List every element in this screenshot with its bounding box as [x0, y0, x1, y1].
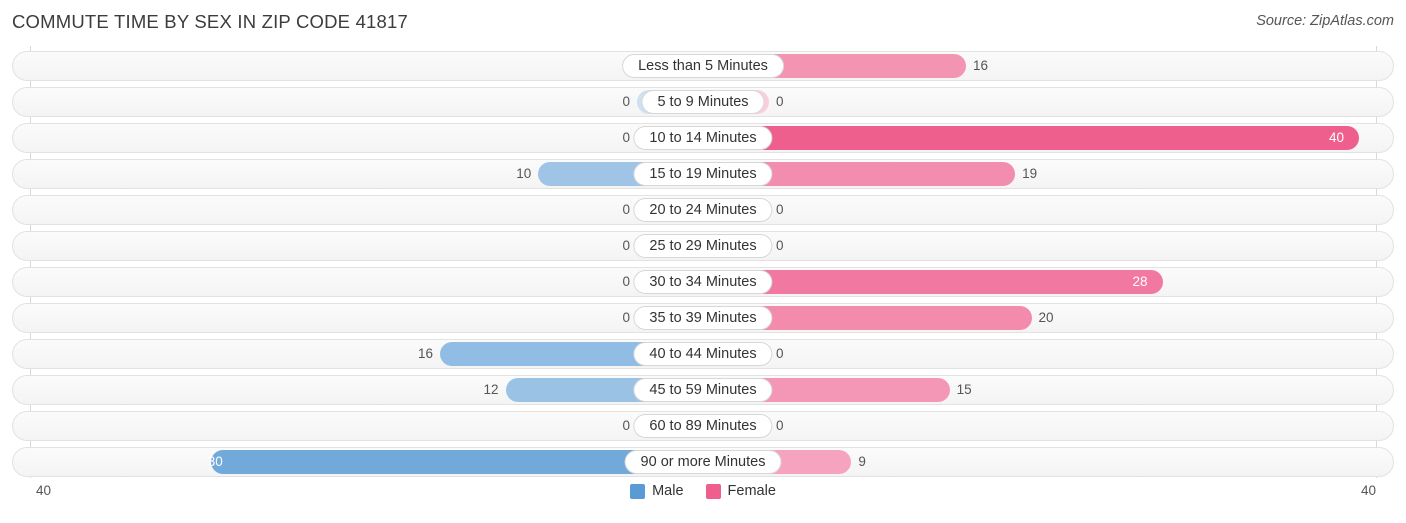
legend-item-male[interactable]: Male	[630, 483, 684, 499]
category-label: 35 to 39 Minutes	[633, 306, 773, 330]
legend-label: Male	[652, 483, 684, 499]
category-label: 90 or more Minutes	[624, 450, 782, 474]
male-value-label: 0	[622, 202, 630, 217]
female-value-label: 0	[776, 202, 784, 217]
plot-area: 016Less than 5 Minutes005 to 9 Minutes04…	[0, 46, 1406, 478]
table-row[interactable]: 12 15 45 to 59 Minutes	[12, 375, 1394, 405]
legend-swatch-icon	[705, 483, 721, 499]
male-value-label: 0	[622, 238, 630, 253]
table-row[interactable]: 0 28 30 to 34 Minutes	[12, 267, 1394, 297]
table-row[interactable]: 0 0 25 to 29 Minutes	[12, 231, 1394, 261]
category-label: 25 to 29 Minutes	[633, 234, 773, 258]
table-row[interactable]: 0 0 60 to 89 Minutes	[12, 411, 1394, 441]
category-label: 45 to 59 Minutes	[633, 378, 773, 402]
male-value-label: 0	[622, 310, 630, 325]
legend-label: Female	[727, 483, 776, 499]
table-row[interactable]: 016Less than 5 Minutes	[12, 51, 1394, 81]
male-value-label: 0	[622, 130, 630, 145]
female-value-label: 28	[1132, 274, 1148, 289]
male-value-label: 0	[622, 418, 630, 433]
male-value-label: 0	[622, 274, 630, 289]
chart-header: COMMUTE TIME BY SEX IN ZIP CODE 41817 So…	[0, 0, 1406, 46]
male-value-label: 30	[207, 454, 223, 469]
page-title: COMMUTE TIME BY SEX IN ZIP CODE 41817	[12, 11, 409, 32]
source-attribution: Source: ZipAtlas.com	[1256, 13, 1394, 29]
male-value-label: 10	[516, 166, 532, 181]
legend-swatch-icon	[630, 483, 646, 499]
category-label: 15 to 19 Minutes	[633, 162, 773, 186]
table-row[interactable]: 0 20 35 to 39 Minutes	[12, 303, 1394, 333]
female-value-label: 20	[1038, 310, 1054, 325]
category-label: Less than 5 Minutes	[622, 54, 784, 78]
female-value-label: 0	[776, 94, 784, 109]
female-value-label: 0	[776, 418, 784, 433]
table-row[interactable]: 0 0 20 to 24 Minutes	[12, 195, 1394, 225]
category-label: 30 to 34 Minutes	[633, 270, 773, 294]
category-label: 20 to 24 Minutes	[633, 198, 773, 222]
table-row[interactable]: 10 19 15 to 19 Minutes	[12, 159, 1394, 189]
female-value-label: 16	[973, 58, 989, 73]
table-row[interactable]: 30 9 90 or more Minutes	[12, 447, 1394, 477]
category-label: 60 to 89 Minutes	[633, 414, 773, 438]
male-value-label: 12	[483, 382, 499, 397]
male-value-label: 16	[417, 346, 433, 361]
table-row[interactable]: 0 0 5 to 9 Minutes	[12, 87, 1394, 117]
female-value-label: 40	[1329, 130, 1345, 145]
table-row[interactable]: 16 0 40 to 44 Minutes	[12, 339, 1394, 369]
category-label: 5 to 9 Minutes	[641, 90, 765, 114]
female-value-label: 9	[858, 454, 866, 469]
category-label: 10 to 14 Minutes	[633, 126, 773, 150]
female-value-label: 0	[776, 346, 784, 361]
legend-item-female[interactable]: Female	[705, 483, 776, 499]
female-bar[interactable]	[704, 126, 1359, 150]
female-value-label: 0	[776, 238, 784, 253]
male-value-label: 0	[622, 94, 630, 109]
table-row[interactable]: 0 40 10 to 14 Minutes	[12, 123, 1394, 153]
chart-legend: Male Female	[0, 483, 1406, 499]
female-value-label: 15	[956, 382, 972, 397]
female-bar[interactable]	[704, 270, 1163, 294]
category-label: 40 to 44 Minutes	[633, 342, 773, 366]
female-value-label: 19	[1022, 166, 1038, 181]
